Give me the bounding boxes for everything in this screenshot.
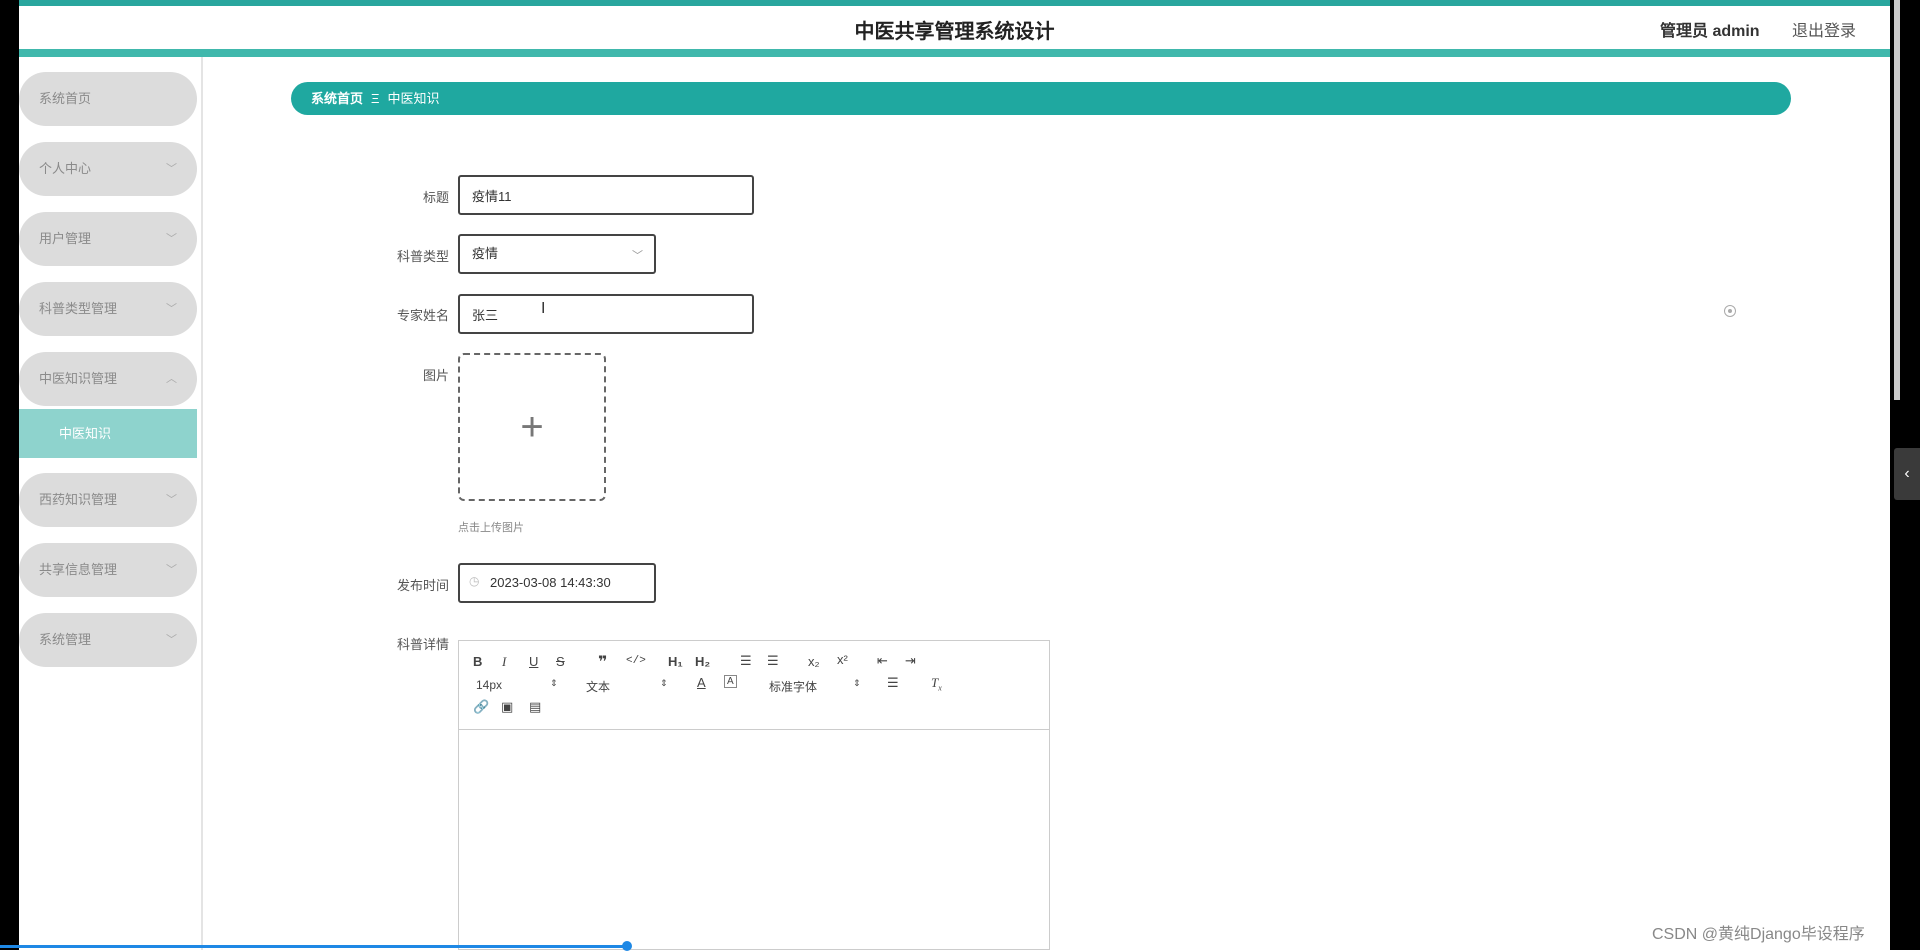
sidebar-item-user-management[interactable]: 用户管理 ﹀ (19, 212, 197, 266)
clock-icon: ◷ (469, 574, 480, 588)
bold-icon[interactable]: B (473, 654, 482, 669)
breadcrumb-current: 中医知识 (387, 91, 440, 106)
breadcrumb: 系统首页 Ξ 中医知识 (291, 82, 1791, 115)
subscript-icon[interactable]: x₂ (808, 654, 820, 669)
title-label: 标题 (422, 190, 449, 205)
font-family-value: 标准字体 (769, 680, 818, 694)
select-arrows-icon: ⇕ (660, 678, 668, 688)
publish-time-picker[interactable]: 2023-03-08 14:43:30 (458, 563, 656, 603)
science-type-value: 疫情 (472, 246, 499, 261)
breadcrumb-home[interactable]: 系统首页 (311, 91, 363, 106)
italic-icon[interactable]: I (502, 654, 506, 670)
image-label: 图片 (422, 368, 449, 383)
expert-name-input[interactable] (458, 294, 754, 334)
sidebar-item-label: 共享信息管理 (39, 562, 118, 577)
h1-icon[interactable]: H₁ (668, 654, 683, 669)
sidebar-item-label: 西药知识管理 (39, 492, 118, 507)
chevron-down-icon: ﹀ (166, 564, 177, 576)
science-detail-label: 科普详情 (396, 637, 449, 652)
chevron-down-icon: ﹀ (166, 303, 177, 315)
superscript-icon[interactable]: x² (837, 652, 848, 667)
sidebar-item-shared-info-management[interactable]: 共享信息管理 ﹀ (19, 543, 197, 597)
header-select-value: 文本 (586, 680, 611, 694)
editor-toolbar: B I U S ❞ </> H₁ H₂ ☰ ☰ x₂ x² ⇤ ⇥ 14px ⇕ … (459, 641, 1049, 730)
sidebar-item-label: 科普类型管理 (39, 301, 118, 316)
code-icon[interactable]: </> (626, 655, 646, 667)
image-upload-box[interactable]: + (458, 353, 606, 501)
link-icon[interactable]: 🔗 (473, 699, 489, 715)
sidebar-item-western-medicine-management[interactable]: 西药知识管理 ﹀ (19, 473, 197, 527)
science-type-label: 科普类型 (396, 249, 449, 264)
logout-link[interactable]: 退出登录 (1792, 17, 1856, 41)
select-arrows-icon: ⇕ (853, 678, 861, 688)
sidebar: 系统首页 个人中心 ﹀ 用户管理 ﹀ 科普类型管理 ﹀ 中医知识管理 ︿ 中医知识 西药… (19, 57, 203, 950)
text-cursor-icon: I (541, 300, 546, 317)
bullet-list-icon[interactable]: ☰ (767, 653, 779, 669)
editor-content-area[interactable] (459, 730, 1049, 950)
clear-format-icon[interactable]: Tx (931, 675, 942, 693)
title-input[interactable] (458, 175, 754, 215)
blockquote-icon[interactable]: ❞ (598, 652, 607, 672)
chevron-down-icon: ﹀ (166, 163, 177, 175)
font-family-select[interactable]: 标准字体 ⇕ (769, 678, 861, 695)
header-bottom-accent-line (19, 49, 1890, 57)
background-color-icon[interactable]: A (724, 675, 737, 688)
upload-hint: 点击上传图片 (458, 522, 524, 534)
left-black-border (0, 0, 19, 950)
scrollbar-thumb[interactable] (1894, 0, 1900, 400)
expert-name-label: 专家姓名 (396, 308, 449, 323)
sidebar-item-label: 中医知识管理 (39, 371, 118, 386)
font-size-value: 14px (476, 678, 503, 692)
admin-username: 管理员 admin (1660, 23, 1760, 40)
publish-time-value: 2023-03-08 14:43:30 (490, 575, 611, 590)
h2-icon[interactable]: H₂ (695, 654, 710, 669)
target-icon (1724, 305, 1736, 317)
chevron-left-icon[interactable]: ‹ (1894, 448, 1920, 500)
chevron-down-icon: ﹀ (166, 233, 177, 245)
underline-icon[interactable]: U (529, 654, 538, 669)
sidebar-item-label: 用户管理 (39, 231, 92, 246)
chevron-down-icon: ﹀ (166, 634, 177, 646)
rich-text-editor: B I U S ❞ </> H₁ H₂ ☰ ☰ x₂ x² ⇤ ⇥ 14px ⇕ … (458, 640, 1050, 950)
top-header: 中医共享管理系统设计 管理员 admin 退出登录 (19, 0, 1890, 57)
plus-icon: + (520, 405, 544, 449)
font-color-icon[interactable]: A (697, 675, 706, 690)
chevron-down-icon: ﹀ (166, 494, 177, 506)
science-type-select[interactable]: 疫情 (458, 234, 656, 274)
publish-time-label: 发布时间 (396, 578, 449, 593)
sidebar-item-science-type-management[interactable]: 科普类型管理 ﹀ (19, 282, 197, 336)
chevron-down-icon: ﹀ (632, 250, 643, 262)
sidebar-item-label: 个人中心 (39, 161, 92, 176)
sidebar-item-home[interactable]: 系统首页 (19, 72, 197, 126)
sidebar-item-label: 系统管理 (39, 632, 92, 647)
system-title: 中医共享管理系统设计 (854, 21, 1055, 43)
sidebar-item-label: 系统首页 (39, 91, 92, 106)
indent-icon[interactable]: ⇥ (905, 653, 916, 669)
strikethrough-icon[interactable]: S (556, 654, 565, 669)
breadcrumb-separator: Ξ (371, 91, 380, 106)
image-icon[interactable]: ▣ (501, 699, 513, 715)
video-icon[interactable]: ▤ (529, 699, 541, 715)
select-arrows-icon: ⇕ (550, 678, 558, 688)
header-top-accent-line (19, 0, 1890, 6)
sidebar-subitem-tcm-knowledge[interactable]: 中医知识 (19, 409, 197, 458)
csdn-watermark: CSDN @黄纯Django毕设程序 (1652, 926, 1865, 943)
align-icon[interactable]: ☰ (887, 675, 899, 691)
chevron-up-icon: ︿ (166, 373, 177, 385)
sidebar-item-tcm-knowledge-management[interactable]: 中医知识管理 ︿ (19, 352, 197, 406)
header-select[interactable]: 文本 ⇕ (586, 678, 668, 695)
outdent-icon[interactable]: ⇤ (877, 653, 888, 669)
font-size-select[interactable]: 14px ⇕ (476, 678, 558, 692)
sidebar-item-personal-center[interactable]: 个人中心 ﹀ (19, 142, 197, 196)
ordered-list-icon[interactable]: ☰ (740, 653, 752, 669)
loading-progress-bar (0, 941, 632, 951)
sidebar-item-system-management[interactable]: 系统管理 ﹀ (19, 613, 197, 667)
